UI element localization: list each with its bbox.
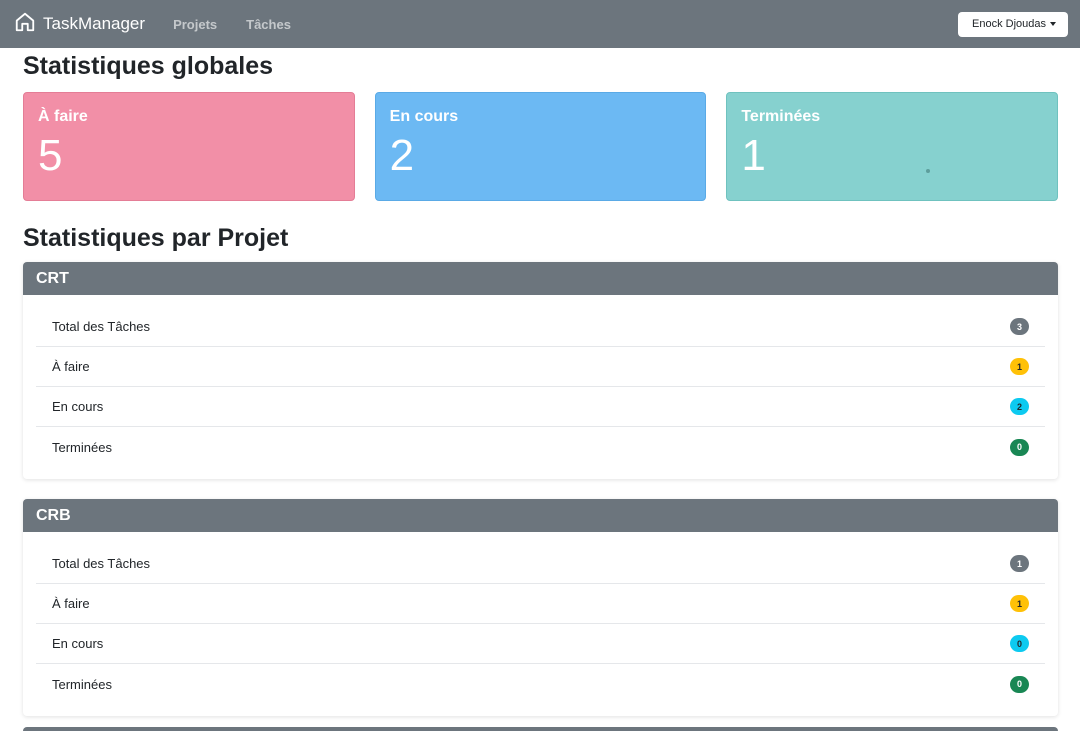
stat-card-done: Terminées 1	[726, 92, 1059, 201]
list-item: À faire 1	[36, 584, 1045, 624]
stat-label: En cours	[52, 636, 104, 651]
nav-link-projets[interactable]: Projets	[173, 17, 217, 32]
count-badge: 0	[1010, 635, 1029, 652]
brand-link[interactable]: TaskManager	[14, 11, 145, 38]
stat-card-todo: À faire 5	[23, 92, 355, 201]
list-item: Terminées 0	[36, 427, 1045, 467]
stat-card-label: En cours	[389, 108, 459, 125]
caret-down-icon	[1050, 22, 1056, 26]
main-content: Statistiques globales À faire 5 En cours…	[0, 54, 1080, 716]
project-name: CRB	[23, 499, 1058, 532]
count-badge: 0	[1010, 675, 1029, 693]
project-card-crb: CRB Total des Tâches 1 À faire 1 En cour…	[23, 499, 1058, 716]
stat-label: En cours	[52, 399, 104, 414]
stat-label: Terminées	[52, 676, 112, 692]
list-item: À faire 1	[36, 347, 1045, 387]
count-badge: 2	[1010, 398, 1029, 415]
stat-label: Total des Tâches	[52, 319, 151, 334]
count-badge: 1	[1010, 595, 1029, 612]
count-badge: 3	[1010, 318, 1029, 335]
stat-label: Terminées	[52, 439, 112, 455]
list-item: Total des Tâches 3	[36, 307, 1045, 347]
list-item: En cours 2	[36, 387, 1045, 427]
stat-label: À faire	[52, 596, 90, 611]
stat-card-label: Terminées	[741, 108, 821, 125]
stat-label: À faire	[52, 359, 90, 374]
project-stats-list: Total des Tâches 3 À faire 1 En cours 2 …	[23, 295, 1058, 479]
project-card-crt: CRT Total des Tâches 3 À faire 1 En cour…	[23, 262, 1058, 479]
project-stats-title: Statistiques par Projet	[23, 224, 289, 252]
stat-card-value: 2	[389, 131, 415, 180]
stat-card-in-progress: En cours 2	[374, 92, 707, 201]
user-name: Enock Djoudas	[972, 18, 1046, 30]
house-icon	[14, 11, 43, 38]
global-stats-cards: À faire 5 En cours 2 Terminées 1	[23, 92, 1059, 201]
stat-card-value: 1	[741, 131, 766, 180]
list-item: Total des Tâches 1	[36, 544, 1045, 584]
count-badge: 1	[1010, 555, 1029, 572]
navbar: TaskManager Projets Tâches Enock Djoudas	[0, 0, 1080, 48]
stat-label: Total des Tâches	[52, 556, 151, 571]
count-badge: 1	[1010, 358, 1029, 375]
list-item: En cours 0	[36, 624, 1045, 664]
count-badge: 0	[1010, 438, 1029, 456]
project-name: CRT	[23, 262, 1058, 295]
stat-card-value: 5	[38, 131, 63, 180]
brand-name: TaskManager	[43, 14, 146, 33]
list-item: Terminées 0	[36, 664, 1045, 704]
global-stats-title: Statistiques globales	[23, 52, 274, 80]
next-project-card-header	[23, 727, 1058, 731]
project-stats-list: Total des Tâches 1 À faire 1 En cours 0 …	[23, 532, 1058, 716]
nav-link-taches[interactable]: Tâches	[246, 17, 291, 32]
stat-card-label: À faire	[38, 108, 88, 125]
user-menu-button[interactable]: Enock Djoudas	[958, 11, 1068, 37]
